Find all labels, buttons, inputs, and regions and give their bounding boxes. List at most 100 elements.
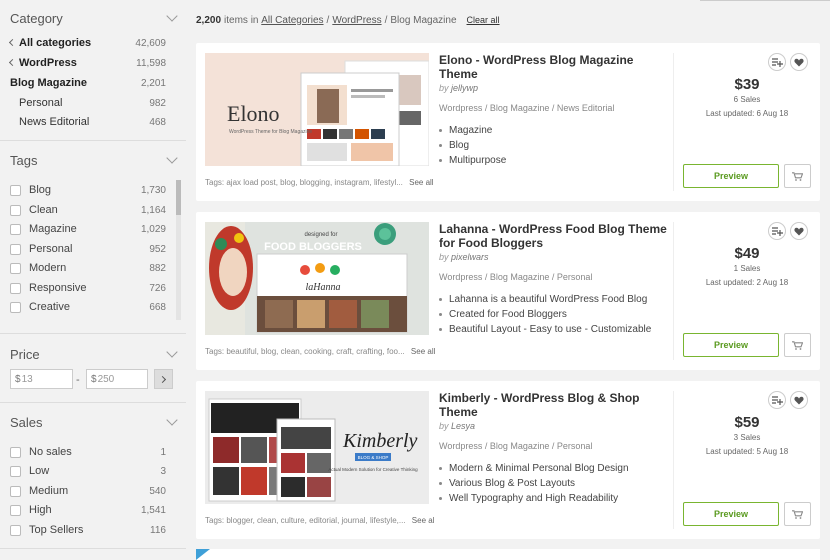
checkbox[interactable] [10,282,21,294]
product-card: Elono WordPress Theme for Blog Magazine … [196,43,820,201]
tag-count: 882 [149,262,166,274]
chevron-down-icon[interactable] [166,414,178,426]
author-link[interactable]: Lesya [451,421,475,431]
product-title[interactable]: Lahanna - WordPress Food Blog Theme for … [439,222,667,250]
checkbox[interactable] [10,504,21,516]
tag-filter-magazine[interactable]: Magazine 1,029 [10,221,166,237]
sales-filter-no-sales[interactable]: No sales 1 [10,444,166,460]
preview-button[interactable]: Preview [683,164,779,188]
chevron-down-icon[interactable] [166,10,178,22]
author-link[interactable]: pixelwars [451,252,489,262]
cart-icon [792,171,803,181]
sales-filter-top-sellers[interactable]: Top Sellers 116 [10,522,166,538]
category-section-header[interactable]: Category [10,10,180,26]
checkbox[interactable] [10,524,21,536]
product-sales: 3 Sales [733,433,761,442]
product-thumbnail[interactable]: designed for FOOD BLOGGERS laHanna [205,222,429,335]
favorite-button[interactable] [790,53,808,71]
preview-button[interactable]: Preview [683,333,779,357]
feature-text: Beautiful Layout - Easy to use - Customi… [449,324,652,335]
sales-section-header[interactable]: Sales [10,414,180,430]
scrollbar-thumb[interactable] [176,180,181,215]
price-max-input[interactable]: $250 [86,369,148,389]
product-title[interactable]: Kimberly - WordPress Blog & Shop Theme [439,391,667,419]
author-link[interactable]: jellywp [451,83,478,93]
thumb-sub-text: Actual Modern Solution for Creative Thin… [328,467,418,472]
tag-filter-responsive[interactable]: Responsive 726 [10,280,166,296]
checkbox[interactable] [10,485,21,497]
see-all-tags-link[interactable]: See all tags [412,516,435,525]
sort-dropdown-edge[interactable] [700,0,830,1]
preview-button[interactable]: Preview [683,502,779,526]
category-item-news-editorial[interactable]: News Editorial 468 [19,114,166,130]
feature-item: Beautiful Layout - Easy to use - Customi… [439,322,667,337]
product-sales: 1 Sales [733,264,761,273]
price-section-header[interactable]: Price [10,346,180,362]
category-item-personal[interactable]: Personal 982 [19,95,166,111]
add-to-collection-button[interactable] [768,222,786,240]
featured-corner-badge [196,549,210,560]
price-min-input[interactable]: $13 [10,369,73,389]
add-to-collection-button[interactable] [768,391,786,409]
tag-count: 1,029 [140,223,166,235]
sales-count: 116 [150,524,166,536]
add-to-cart-button[interactable] [784,502,811,526]
add-to-cart-button[interactable] [784,333,811,357]
favorite-button[interactable] [790,222,808,240]
sales-filter-low[interactable]: Low 3 [10,463,166,479]
tag-filter-blog[interactable]: Blog 1,730 [10,182,166,198]
product-card-partial [196,549,820,560]
checkbox[interactable] [10,262,21,274]
tag-count: 726 [149,282,166,294]
sales-label: Top Sellers [29,524,84,536]
feature-text: Magazine [449,125,493,136]
category-count: 11,598 [136,57,166,69]
thumb-badge-text: BLOG & SHOP [358,455,389,460]
tag-filter-personal[interactable]: Personal 952 [10,241,166,257]
product-thumbnail[interactable]: Kimberly BLOG & SHOP Actual Modern Solut… [205,391,429,504]
clear-all-link[interactable]: Clear all [467,15,500,25]
breadcrumb-current: Blog Magazine [390,14,457,26]
tag-label: Creative [29,301,70,313]
add-to-collection-button[interactable] [768,53,786,71]
tag-count: 952 [149,243,166,255]
tag-count: 1,164 [140,204,166,216]
category-item-blog-magazine[interactable]: Blog Magazine 2,201 [10,75,166,91]
add-list-icon [771,226,783,236]
thumb-logo-text: Kimberly [342,430,418,452]
product-author: by jellywp [439,83,667,93]
product-category-path: Wordpress / Blog Magazine / Personal [439,441,593,451]
checkbox[interactable] [10,446,21,458]
price-apply-button[interactable] [154,369,173,389]
chevron-down-icon[interactable] [166,152,178,164]
price-min-placeholder: 13 [21,373,33,385]
tags-scrollbar[interactable] [176,180,181,320]
category-item-all[interactable]: All categories 42,609 [8,35,166,51]
product-card: Kimberly BLOG & SHOP Actual Modern Solut… [196,381,820,539]
checkbox[interactable] [10,204,21,216]
category-item-wordpress[interactable]: WordPress 11,598 [8,55,166,71]
checkbox[interactable] [10,243,21,255]
checkbox[interactable] [10,223,21,235]
tags-section-header[interactable]: Tags [10,152,180,168]
tag-filter-modern[interactable]: Modern 882 [10,260,166,276]
sales-filter-high[interactable]: High 1,541 [10,502,166,518]
chevron-down-icon[interactable] [166,346,178,358]
breadcrumb-all-categories[interactable]: All Categories [261,15,323,26]
sales-filter-medium[interactable]: Medium 540 [10,483,166,499]
checkbox[interactable] [10,184,21,196]
product-title[interactable]: Elono - WordPress Blog Magazine Theme [439,53,667,81]
checkbox[interactable] [10,301,21,313]
breadcrumb-wordpress[interactable]: WordPress [332,15,381,26]
add-to-cart-button[interactable] [784,164,811,188]
product-thumbnail[interactable]: Elono WordPress Theme for Blog Magazine [205,53,429,166]
bullet-icon [439,482,442,485]
see-all-tags-link[interactable]: See all tags [409,178,435,187]
tag-label: Blog [29,184,52,196]
favorite-button[interactable] [790,391,808,409]
tag-filter-clean[interactable]: Clean 1,164 [10,202,166,218]
tag-filter-creative[interactable]: Creative 668 [10,299,166,315]
checkbox[interactable] [10,465,21,477]
product-price: $49 [734,245,760,262]
see-all-tags-link[interactable]: See all tags [411,347,435,356]
